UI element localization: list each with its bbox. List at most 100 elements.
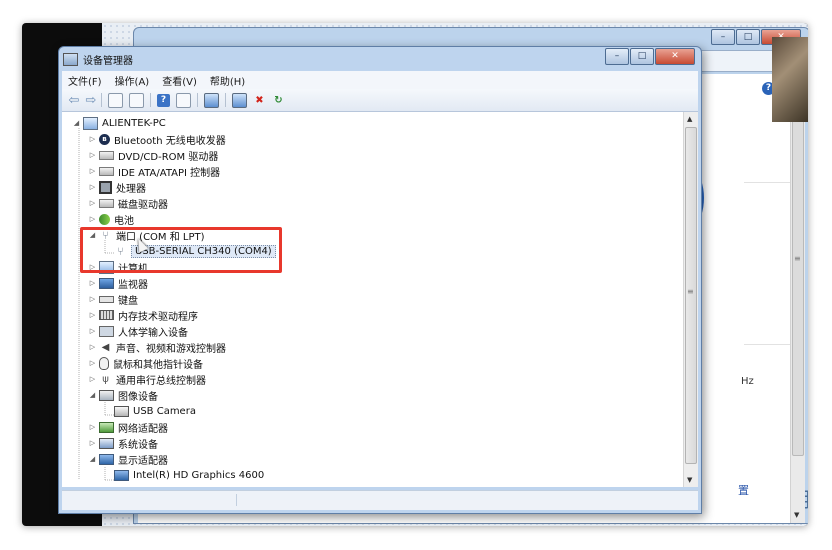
display-adapter-icon (99, 453, 114, 465)
tree-node[interactable]: ▷ 鼠标和其他指针设备 (88, 355, 203, 371)
titlebar[interactable]: 设备管理器 (63, 50, 133, 68)
node-label: 声音、视频和游戏控制器 (116, 343, 226, 355)
tree-node[interactable]: ▷ 网络适配器 (88, 419, 168, 435)
expander-collapsed-icon[interactable]: ▷ (88, 295, 97, 303)
mouse-icon (99, 356, 109, 370)
expander-collapsed-icon[interactable]: ▷ (88, 343, 97, 351)
tree-node[interactable]: ▷ ◀ 声音、视频和游戏控制器 (88, 339, 226, 355)
node-label: 网络适配器 (118, 423, 168, 435)
show-hide-console-icon[interactable] (108, 92, 123, 108)
expander-collapsed-icon[interactable]: ▷ (88, 439, 97, 447)
tree-node[interactable]: ▷ 磁盘驱动器 (88, 195, 168, 211)
expander-collapsed-icon[interactable]: ▷ (88, 199, 97, 207)
monitor-icon (99, 277, 114, 289)
expander-expanded-icon[interactable]: ◢ (72, 119, 81, 127)
tree-node[interactable]: ◢ 图像设备 (88, 387, 158, 403)
document-icon[interactable] (129, 92, 144, 108)
highlight-box (80, 227, 282, 273)
node-label: 通用串行总线控制器 (116, 375, 206, 387)
window-title: 设备管理器 (83, 55, 133, 67)
tree-node[interactable]: ▷ IDE ATA/ATAPI 控制器 (88, 163, 220, 179)
view-icon[interactable] (176, 92, 191, 108)
menu-file[interactable]: 文件(F) (68, 73, 102, 88)
node-label: 系统设备 (118, 439, 158, 451)
expander-collapsed-icon[interactable]: ▷ (88, 183, 97, 191)
expander-collapsed-icon[interactable]: ▷ (88, 327, 97, 335)
tree-node[interactable]: ▷ 处理器 (88, 179, 146, 195)
maximize-button[interactable]: □ (630, 48, 654, 65)
node-label: 处理器 (116, 183, 146, 195)
device-manager-window[interactable]: 设备管理器 – □ ✕ 文件(F) 操作(A) 查看(V) 帮助(H) ⇦ ⇨ … (58, 46, 702, 514)
node-label: USB Camera (133, 405, 196, 417)
expander-collapsed-icon[interactable]: ▷ (88, 311, 97, 319)
node-label: 监视器 (118, 279, 148, 291)
sound-icon: ◀ (101, 341, 110, 353)
menu-view[interactable]: 查看(V) (162, 73, 197, 88)
back-vertical-scrollbar[interactable]: ≡ ▼ (790, 74, 805, 523)
display-adapter-icon (114, 469, 129, 481)
tree-node[interactable]: ▷ 系统设备 (88, 435, 158, 451)
node-label: Intel(R) HD Graphics 4600 (133, 469, 265, 481)
ide-controller-icon (99, 166, 114, 176)
back-window-titlebar[interactable]: – □ ✕ (134, 28, 808, 46)
back-minimize-button[interactable]: – (711, 29, 735, 45)
toolbar: ⇦ ⇨ ? ✖ ↻ (62, 89, 698, 112)
back-maximize-button[interactable]: □ (736, 29, 760, 45)
expander-expanded-icon[interactable]: ◢ (88, 391, 97, 399)
scroll-down-icon[interactable]: ▼ (687, 476, 692, 484)
device-tree[interactable]: ◢ ALIENTEK-PC ▷ ʙ Bluetooth 无线电收发器 ▷ DVD… (62, 112, 698, 487)
usb-icon: ψ (102, 373, 109, 385)
vertical-scrollbar[interactable]: ▲ ≡ ▼ (683, 112, 698, 487)
tree-child[interactable]: USB Camera (114, 403, 196, 419)
scroll-up-icon[interactable]: ▲ (687, 115, 692, 123)
expander-collapsed-icon[interactable]: ▷ (88, 135, 97, 143)
expander-expanded-icon[interactable]: ◢ (88, 455, 97, 463)
node-label: 磁盘驱动器 (118, 199, 168, 211)
tree-node[interactable]: ▷ 键盘 (88, 291, 138, 307)
tree-root[interactable]: ◢ ALIENTEK-PC (72, 115, 166, 131)
network-adapter-icon (99, 421, 114, 433)
tree-node[interactable]: ▷ ψ 通用串行总线控制器 (88, 371, 206, 387)
expander-collapsed-icon[interactable]: ▷ (88, 151, 97, 159)
expander-collapsed-icon[interactable]: ▷ (88, 359, 97, 367)
processor-icon (99, 180, 112, 194)
properties-icon[interactable]: ? (157, 93, 170, 107)
tree-node[interactable]: ▷ 内存技术驱动程序 (88, 307, 198, 323)
tree-node[interactable]: ▷ 人体学输入设备 (88, 323, 188, 339)
camera-icon (114, 405, 129, 417)
minimize-button[interactable]: – (605, 48, 629, 65)
node-label: 电池 (114, 215, 134, 227)
tree-node[interactable]: ▷ DVD/CD-ROM 驱动器 (88, 147, 218, 163)
node-label: Bluetooth 无线电收发器 (114, 135, 226, 147)
status-bar (62, 490, 698, 510)
enable-device-icon[interactable]: ↻ (272, 94, 285, 107)
tree-node[interactable]: ▷ 电池 (88, 211, 134, 227)
partial-link[interactable]: 置 (738, 482, 749, 498)
computer-icon (83, 116, 98, 130)
back-arrow-icon[interactable]: ⇦ (67, 94, 81, 107)
expander-collapsed-icon[interactable]: ▷ (88, 375, 97, 383)
scan-hardware-icon[interactable] (204, 92, 219, 108)
tree-node[interactable]: ◢ 显示适配器 (88, 451, 168, 467)
expander-collapsed-icon[interactable]: ▷ (88, 167, 97, 175)
menu-help[interactable]: 帮助(H) (210, 73, 245, 88)
close-button[interactable]: ✕ (655, 48, 695, 65)
tree-child[interactable]: Intel(R) HD Graphics 4600 (114, 467, 264, 483)
status-pane (66, 494, 237, 506)
desktop-photo (772, 37, 808, 122)
battery-icon (99, 213, 110, 225)
expander-collapsed-icon[interactable]: ▷ (88, 423, 97, 431)
uninstall-icon[interactable]: ✖ (253, 94, 266, 107)
dvd-drive-icon (99, 150, 114, 160)
tree-node[interactable]: ▷ ʙ Bluetooth 无线电收发器 (88, 131, 226, 147)
expander-collapsed-icon[interactable]: ▷ (88, 215, 97, 223)
expander-collapsed-icon[interactable]: ▷ (88, 279, 97, 287)
device-manager-icon (63, 52, 78, 66)
update-driver-icon[interactable] (232, 92, 247, 108)
forward-arrow-icon[interactable]: ⇨ (84, 94, 98, 107)
tree-node[interactable]: ▷ 监视器 (88, 275, 148, 291)
keyboard-icon (99, 295, 114, 303)
menu-action[interactable]: 操作(A) (115, 73, 150, 88)
grip-icon: ≡ (687, 287, 694, 296)
node-label: DVD/CD-ROM 驱动器 (118, 151, 219, 163)
